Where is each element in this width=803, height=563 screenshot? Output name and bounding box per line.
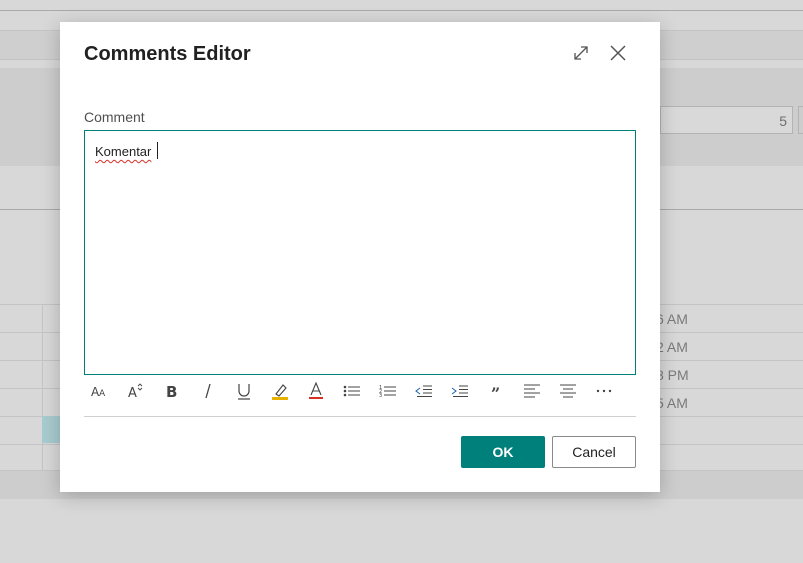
more-options-icon[interactable] bbox=[591, 378, 617, 404]
comment-text: Komentar bbox=[95, 144, 152, 159]
background-field-2 bbox=[798, 106, 803, 134]
decrease-indent-icon[interactable] bbox=[411, 378, 437, 404]
close-icon[interactable] bbox=[608, 43, 628, 63]
table-cell-time: 6 AM bbox=[656, 311, 688, 327]
toolbar-divider bbox=[84, 416, 636, 417]
svg-text:B: B bbox=[166, 383, 177, 400]
font-size-icon[interactable]: AA bbox=[87, 378, 113, 404]
table-column-divider bbox=[42, 304, 43, 470]
table-cell-time: 5 AM bbox=[656, 395, 688, 411]
font-color-icon[interactable] bbox=[303, 378, 329, 404]
svg-text:”: ” bbox=[491, 384, 500, 399]
svg-text:3: 3 bbox=[379, 393, 382, 399]
font-size-adjust-icon[interactable]: A bbox=[123, 378, 149, 404]
table-cell-time: 2 AM bbox=[656, 339, 688, 355]
comment-label: Comment bbox=[84, 109, 145, 125]
underline-icon[interactable] bbox=[231, 378, 257, 404]
highlight-icon[interactable] bbox=[267, 378, 293, 404]
ok-button[interactable]: OK bbox=[461, 436, 545, 468]
formatting-toolbar: AA A B 123 ” bbox=[84, 378, 636, 404]
table-cell-time: 8 PM bbox=[656, 367, 689, 383]
svg-text:A: A bbox=[128, 386, 137, 400]
italic-icon[interactable] bbox=[195, 378, 221, 404]
align-left-icon[interactable] bbox=[519, 378, 545, 404]
background-field: 5 bbox=[660, 106, 793, 134]
text-caret bbox=[157, 142, 158, 159]
align-center-icon[interactable] bbox=[555, 378, 581, 404]
svg-text:A: A bbox=[99, 389, 106, 399]
row-selection-marker bbox=[42, 416, 62, 443]
expand-icon[interactable] bbox=[572, 44, 590, 62]
quote-icon[interactable]: ” bbox=[483, 378, 509, 404]
comment-editor[interactable]: Komentar bbox=[84, 130, 636, 375]
bold-icon[interactable]: B bbox=[159, 378, 185, 404]
background-field-value: 5 bbox=[779, 113, 787, 129]
comments-editor-dialog: Comments Editor Comment Komentar AA A B bbox=[60, 22, 660, 492]
cancel-button[interactable]: Cancel bbox=[552, 436, 636, 468]
numbered-list-icon[interactable]: 123 bbox=[375, 378, 401, 404]
background-divider bbox=[0, 10, 803, 11]
dialog-title: Comments Editor bbox=[84, 43, 251, 65]
bulleted-list-icon[interactable] bbox=[339, 378, 365, 404]
increase-indent-icon[interactable] bbox=[447, 378, 473, 404]
